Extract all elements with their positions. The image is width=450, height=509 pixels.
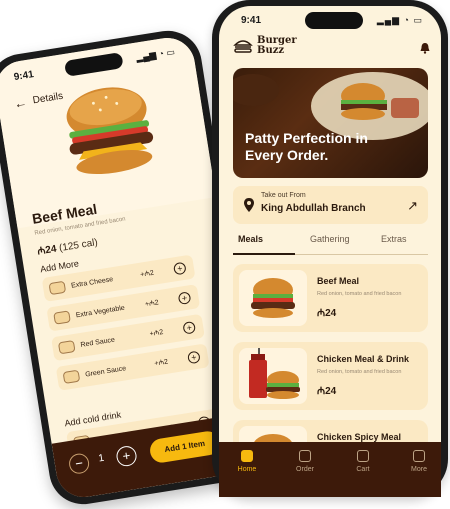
burger-logo-icon bbox=[233, 40, 253, 53]
menu-item-description: Red onion, tomato and fried bacon bbox=[317, 369, 402, 375]
quantity-value: 1 bbox=[97, 452, 105, 465]
menu-item-card[interactable]: Chicken Meal & Drink Red onion, tomato a… bbox=[233, 342, 428, 410]
plus-circle-icon[interactable]: + bbox=[172, 261, 187, 276]
menu-item-price: ₼24 bbox=[317, 386, 337, 397]
arrow-left-icon: ← bbox=[12, 94, 29, 112]
takeout-label: Take out From bbox=[261, 192, 306, 199]
sauce-bottle-icon bbox=[57, 339, 76, 355]
location-pin-icon bbox=[244, 198, 254, 212]
home-phone: 9:41 ▂▄▆ ◔ ▭ Burger Buzz Patty Perfectio… bbox=[212, 0, 448, 497]
menu-item-image bbox=[239, 348, 307, 404]
nav-cart[interactable]: Cart bbox=[343, 450, 383, 473]
menu-item-name: Beef Meal bbox=[317, 276, 360, 286]
home-icon bbox=[241, 450, 253, 462]
add-more-heading: Add More bbox=[39, 258, 80, 275]
branch-name: King Abdullah Branch bbox=[261, 203, 366, 214]
bottom-navigation: Home Order Cart More bbox=[219, 442, 441, 497]
nav-more[interactable]: More bbox=[399, 450, 439, 473]
home-screen: 9:41 ▂▄▆ ◔ ▭ Burger Buzz Patty Perfectio… bbox=[219, 6, 441, 497]
brand-name: Burger Buzz bbox=[257, 36, 297, 56]
brand-logo: Burger Buzz bbox=[233, 36, 297, 56]
addon-price: +₼2 bbox=[139, 269, 155, 279]
arrow-up-right-icon[interactable]: ↗ bbox=[407, 198, 418, 214]
burger-drink-image bbox=[249, 348, 300, 399]
menu-item-name: Chicken Spicy Meal bbox=[317, 432, 402, 442]
plus-circle-icon[interactable]: + bbox=[187, 350, 201, 365]
plus-circle-icon[interactable]: + bbox=[182, 320, 197, 335]
pickup-location[interactable]: Take out From King Abdullah Branch ↗ bbox=[233, 186, 428, 224]
category-tabs: Meals Gathering Extras bbox=[233, 234, 428, 255]
order-icon bbox=[299, 450, 311, 462]
brand-line-2: Buzz bbox=[257, 45, 285, 56]
vegetable-icon bbox=[53, 310, 71, 325]
nav-label: Cart bbox=[356, 466, 370, 473]
calories: (125 cal) bbox=[58, 237, 99, 255]
menu-item-image bbox=[239, 270, 307, 326]
menu-item-card[interactable]: Beef Meal Red onion, tomato and fried ba… bbox=[233, 264, 428, 332]
nav-home[interactable]: Home bbox=[227, 450, 267, 473]
price-value: ₼24 bbox=[36, 243, 58, 258]
addon-name: Extra Cheese bbox=[70, 275, 114, 290]
menu-item-name: Chicken Meal & Drink bbox=[317, 354, 410, 364]
status-time: 9:41 bbox=[241, 15, 262, 26]
nav-label: More bbox=[411, 466, 427, 473]
addon-name: Red Sauce bbox=[80, 336, 116, 349]
burger-image bbox=[251, 278, 295, 318]
addon-name: Extra Vegetable bbox=[75, 304, 126, 319]
hero-title: Patty Perfection in Every Order. bbox=[245, 130, 368, 163]
meal-price: ₼24 (125 cal) bbox=[36, 234, 99, 258]
nav-label: Order bbox=[296, 466, 314, 473]
addon-name: Green Sauce bbox=[84, 364, 127, 379]
cart-icon bbox=[357, 450, 369, 462]
increment-button[interactable]: + bbox=[115, 444, 138, 468]
addon-price: +₼2 bbox=[153, 358, 169, 368]
tab-meals[interactable]: Meals bbox=[238, 234, 263, 244]
promo-banner[interactable]: Patty Perfection in Every Order. bbox=[233, 68, 428, 178]
menu-item-description: Red onion, tomato and fried bacon bbox=[317, 291, 402, 297]
burger-image bbox=[66, 87, 154, 175]
tab-gathering[interactable]: Gathering bbox=[310, 234, 350, 244]
add-item-button[interactable]: Add 1 Item bbox=[148, 429, 222, 465]
nav-label: Home bbox=[237, 466, 257, 473]
cheese-icon bbox=[48, 280, 67, 296]
sauce-bowl-icon bbox=[62, 369, 81, 384]
active-tab-indicator bbox=[233, 253, 295, 255]
nav-order[interactable]: Order bbox=[285, 450, 325, 473]
menu-item-price: ₼24 bbox=[317, 308, 337, 319]
addon-price: +₼2 bbox=[144, 298, 160, 308]
bell-icon[interactable] bbox=[419, 42, 431, 54]
dynamic-island bbox=[305, 12, 363, 29]
addon-price: +₼2 bbox=[149, 328, 164, 338]
decrement-button[interactable]: − bbox=[67, 452, 91, 476]
status-icons: ▂▄▆ ◔ ▭ bbox=[376, 15, 423, 25]
tab-extras[interactable]: Extras bbox=[381, 234, 407, 244]
more-icon bbox=[413, 450, 425, 462]
plus-circle-icon[interactable]: + bbox=[177, 291, 192, 306]
